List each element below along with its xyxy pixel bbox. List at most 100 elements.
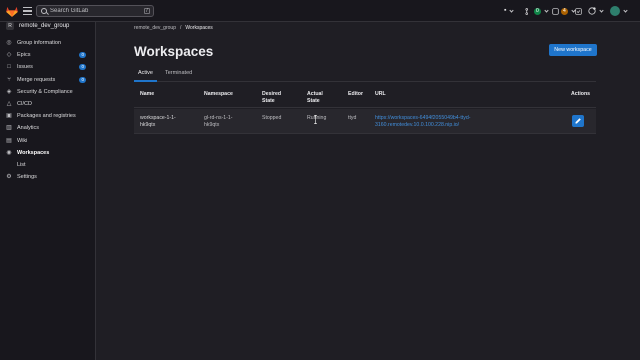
issues-icon [552,7,559,15]
sidebar-item-label: Group information [17,40,62,47]
cell-line: hk9qtx [204,121,220,128]
column-header-editor: Editor [348,91,363,97]
sidebar-item-group-information[interactable]: ◎ Group information [0,37,95,49]
column-header-namespace: Namespace [204,91,233,97]
help-icon [588,7,596,15]
sidebar-item-label: Workspaces [17,149,50,156]
group-avatar: R [6,22,14,30]
sidebar-nav: ◎ Group information ◇ Epics 0 □ Issues 0… [0,37,95,183]
issues-icon: □ [7,64,11,71]
column-header-actions: Actions [571,91,591,97]
breadcrumb-current[interactable]: Workspaces [185,25,212,31]
sidebar: R remote_dev_group ◎ Group information ◇… [0,22,96,360]
group-icon: ◎ [6,40,12,47]
sidebar-item-merge-requests[interactable]: ⑂ Merge requests 0 [0,74,95,86]
sidebar-item-label: Analytics [17,125,40,132]
help-menu[interactable] [588,5,604,17]
merge-requests-menu[interactable]: 0 [525,5,549,17]
tab-active[interactable]: Active [134,66,157,82]
package-icon: ▣ [6,113,12,120]
sidebar-item-label: Packages and registries [17,113,76,120]
count-badge: 0 [79,64,86,71]
gear-icon: ⚙ [6,173,12,180]
workspace-url-link[interactable]: https://workspaces-6494f2055049b4-ttyd- … [375,115,487,128]
header-line: State [262,97,275,104]
text-cursor-icon [314,115,317,124]
new-workspace-button[interactable]: New workspace [549,44,597,56]
workspace-desired-state: Stopped [262,115,282,121]
sidebar-item-epics[interactable]: ◇ Epics 0 [0,49,95,61]
issues-menu[interactable]: 4 [552,5,576,17]
sidebar-item-label: CI/CD [17,101,32,108]
sidebar-item-security-compliance[interactable]: ◈ Security & Compliance [0,86,95,98]
merge-request-icon: ⑂ [7,76,11,83]
tab-terminated[interactable]: Terminated [161,66,196,82]
book-icon: ▤ [6,137,12,144]
search-input[interactable] [50,8,146,14]
chart-icon: ▥ [6,125,12,132]
workspace-editor: ttyd [348,115,357,121]
column-header-actual-state: Actual State [307,91,323,104]
sidebar-subitem-list[interactable]: List [0,159,95,171]
create-new-menu[interactable]: ▪ [504,5,515,17]
todos-badge: 4 [561,7,568,15]
sidebar-item-label: Epics [17,52,31,59]
sidebar-item-label: Issues [17,64,33,71]
search-box[interactable]: / [36,5,154,17]
todos-link[interactable] [575,5,582,17]
breadcrumb-group-link[interactable]: remote_dev_group [134,25,176,31]
sidebar-item-ci-cd[interactable]: △ CI/CD [0,98,95,110]
sidebar-item-label: Merge requests [17,76,56,83]
sidebar-item-analytics[interactable]: ▥ Analytics [0,122,95,134]
header-line: Desired [262,91,282,97]
header-line: Actual [307,91,323,97]
header-line: State [307,97,320,104]
column-header-url: URL [375,91,386,97]
sidebar-item-label: Wiki [17,137,28,144]
table-header: Name Namespace Desired State Actual Stat… [134,86,596,108]
sidebar-item-workspaces[interactable]: ◉ Workspaces [0,147,95,159]
sidebar-group-header[interactable]: R remote_dev_group [0,20,95,32]
top-bar: / ▪ 0 4 [0,0,640,22]
avatar [610,6,620,16]
page-title: Workspaces [134,44,214,59]
count-badge: 0 [79,52,86,59]
sidebar-item-wiki[interactable]: ▤ Wiki [0,135,95,147]
cloud-terminal-icon: ◉ [6,149,12,156]
shield-icon: ◈ [6,88,12,95]
table-row: workspace-1-1- hk9qtx gl-rd-ns-1-1- hk9q… [134,109,596,134]
merge-request-icon [525,7,529,15]
group-name: remote_dev_group [19,23,70,29]
user-menu[interactable] [610,5,628,17]
workspace-name: workspace-1-1- hk9qtx [140,115,176,128]
pencil-icon [575,118,581,124]
url-line: 3160.remotedev.10.0.100.228.nip.io/ [375,121,460,128]
sidebar-item-label: List [17,161,26,168]
chevron-down-icon [599,7,604,13]
sidebar-item-label: Security & Compliance [17,88,73,95]
sidebar-item-packages-registries[interactable]: ▣ Packages and registries [0,110,95,122]
merge-requests-badge: 0 [534,7,541,15]
search-shortcut-key: / [144,8,150,14]
column-header-name: Name [140,91,155,97]
breadcrumb: remote_dev_group / Workspaces [134,25,213,31]
sidebar-item-issues[interactable]: □ Issues 0 [0,61,95,73]
sidebar-item-label: Settings [17,173,37,180]
chevron-down-icon [544,7,549,13]
edit-workspace-button[interactable] [572,115,584,127]
menu-icon[interactable] [23,7,32,15]
search-icon [41,8,47,14]
gitlab-logo-icon[interactable] [5,4,19,18]
column-header-desired-state: Desired State [262,91,281,104]
workspace-tabs: Active Terminated [134,66,596,82]
chevron-down-icon [623,7,628,13]
todo-check-icon [575,7,582,15]
chevron-down-icon [509,7,515,13]
plus-square-icon: ▪ [504,7,507,14]
epic-icon: ◇ [6,52,12,59]
workspaces-table: Name Namespace Desired State Actual Stat… [134,86,596,134]
sidebar-item-settings[interactable]: ⚙ Settings [0,171,95,183]
rocket-icon: △ [6,101,12,108]
count-badge: 0 [79,76,86,83]
workspace-namespace: gl-rd-ns-1-1- hk9qtx [204,115,233,128]
